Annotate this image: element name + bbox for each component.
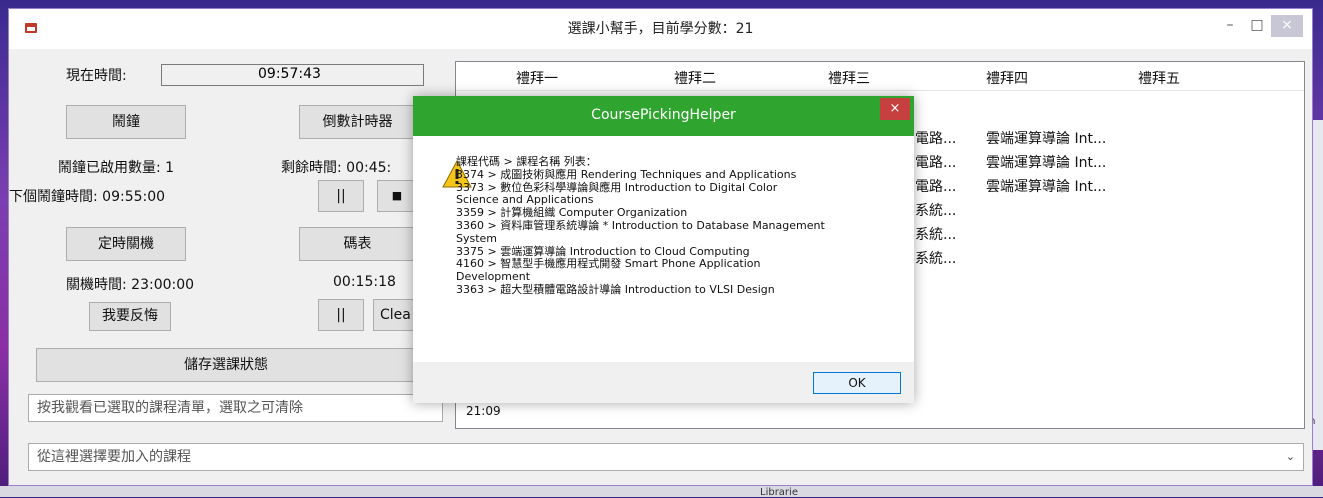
selected-courses-dropdown-text: 按我觀看已選取的課程清單，選取之可清除 — [37, 400, 303, 416]
dialog-close-button[interactable]: × — [880, 98, 910, 120]
column-header-wednesday[interactable]: 禮拜三 — [828, 68, 870, 88]
ok-button[interactable]: OK — [813, 372, 901, 394]
window-title: 選課小幫手，目前學分數：21 — [567, 21, 754, 37]
dialog-title-bar[interactable]: CoursePickingHelper — [413, 96, 914, 136]
column-header-thursday[interactable]: 禮拜四 — [986, 68, 1028, 88]
schedule-cell-thursday[interactable]: 雲端運算導論 Int... — [986, 152, 1106, 172]
message-line: System — [456, 231, 498, 245]
message-line: 3360 > 資料庫管理系統導論 * Introduction to Datab… — [456, 218, 825, 232]
dialog-message: 課程代碼 > 課程名稱 列表： 3374 > 成圖技術與應用 Rendering… — [456, 155, 856, 297]
schedule-cell-wednesday[interactable]: 電路... — [915, 152, 956, 172]
dialog-footer: OK — [413, 362, 914, 403]
maximize-button[interactable]: □ — [1245, 15, 1269, 37]
alarm-count-label: 鬧鐘已啟用數量: 1 — [58, 160, 175, 176]
schedule-header-row: 禮拜一 禮拜二 禮拜三 禮拜四 禮拜五 — [456, 62, 1304, 91]
selected-courses-dropdown[interactable]: 按我觀看已選取的課程清單，選取之可清除 — [28, 394, 443, 422]
dialog-body: 課程代碼 > 課程名稱 列表： 3374 > 成圖技術與應用 Rendering… — [415, 136, 912, 362]
alarm-button[interactable]: 鬧鐘 — [66, 105, 186, 139]
regret-button[interactable]: 我要反悔 — [89, 302, 171, 331]
scheduled-shutdown-button[interactable]: 定時關機 — [66, 227, 186, 261]
schedule-time-partial: 21:09 — [466, 404, 501, 418]
message-dialog: CoursePickingHelper × 課程代碼 > 課程名稱 列表： 33… — [413, 96, 914, 403]
now-time-label: 現在時間: — [66, 68, 127, 84]
now-time-value: 09:57:43 — [258, 66, 321, 82]
dialog-title: CoursePickingHelper — [591, 107, 736, 123]
schedule-cell-wednesday[interactable]: 系統... — [915, 224, 956, 244]
desktop-taskbar-strip — [0, 486, 1323, 497]
message-line: 3374 > 成圖技術與應用 Rendering Techniques and … — [456, 167, 797, 181]
stopwatch-pause-button[interactable]: || — [318, 299, 364, 331]
next-alarm-label: 下個鬧鐘時間: 09:55:00 — [9, 189, 166, 205]
taskbar-item-libraries[interactable]: Librarie — [760, 487, 830, 498]
chevron-down-icon[interactable]: ⌄ — [1286, 444, 1295, 470]
add-course-dropdown[interactable]: 從這裡選擇要加入的課程 ⌄ — [28, 443, 1304, 471]
countdown-timer-button[interactable]: 倒數計時器 — [299, 105, 416, 139]
shutdown-time-label: 關機時間: 23:00:00 — [66, 277, 195, 293]
message-line: 3363 > 超大型積體電路設計導論 Introduction to VLSI … — [456, 282, 775, 296]
title-bar[interactable]: 選課小幫手，目前學分數：21 – □ × — [9, 9, 1312, 49]
schedule-cell-thursday[interactable]: 雲端運算導論 Int... — [986, 128, 1106, 148]
message-line: 課程代碼 > 課程名稱 列表： — [456, 155, 597, 168]
minimize-button[interactable]: – — [1217, 15, 1243, 37]
now-time-field: 09:57:43 — [161, 64, 424, 86]
column-header-monday[interactable]: 禮拜一 — [516, 68, 558, 88]
stopwatch-button[interactable]: 碼表 — [299, 227, 416, 261]
column-header-friday[interactable]: 禮拜五 — [1138, 68, 1180, 88]
stopwatch-time-label: 00:15:18 — [333, 274, 396, 290]
countdown-pause-button[interactable]: || — [318, 180, 364, 212]
schedule-cell-wednesday[interactable]: 系統... — [915, 248, 956, 268]
schedule-cell-wednesday[interactable]: 電路... — [915, 128, 956, 148]
remaining-time-label: 剩餘時間: 00:45: — [281, 160, 392, 176]
schedule-cell-wednesday[interactable]: 電路... — [915, 176, 956, 196]
column-header-tuesday[interactable]: 禮拜二 — [674, 68, 716, 88]
save-selection-button[interactable]: 儲存選課狀態 — [36, 348, 416, 382]
countdown-stop-button[interactable]: ■ — [377, 180, 417, 212]
add-course-dropdown-text: 從這裡選擇要加入的課程 — [37, 449, 191, 465]
stopwatch-clear-button[interactable]: Clea — [373, 299, 417, 331]
schedule-cell-thursday[interactable]: 雲端運算導論 Int... — [986, 176, 1106, 196]
schedule-cell-wednesday[interactable]: 系統... — [915, 200, 956, 220]
close-button[interactable]: × — [1271, 15, 1303, 37]
